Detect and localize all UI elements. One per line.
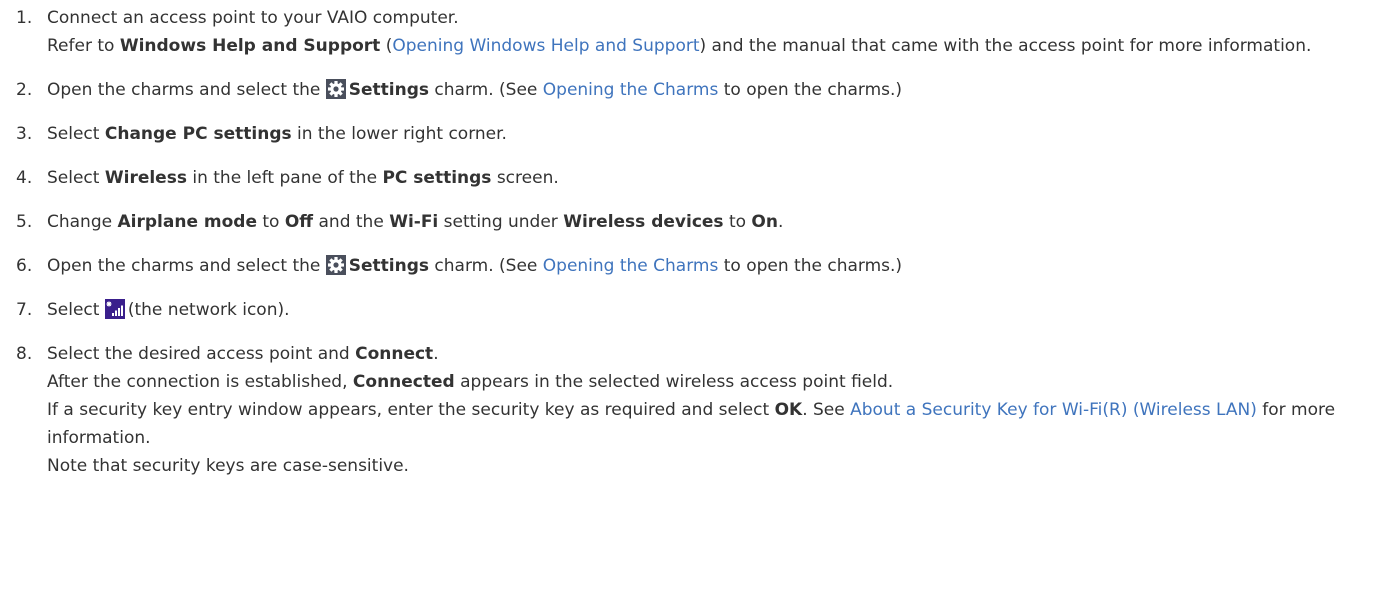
wireless-devices-bold: Wireless devices <box>563 212 724 232</box>
step-number: 6. <box>16 256 33 276</box>
step-text: Select <box>47 168 105 188</box>
step-text: in the left pane of the <box>186 168 383 188</box>
step-text: After the connection is established, <box>47 372 353 392</box>
step-text: Open the charms and select the <box>47 80 326 100</box>
step-body: Select Wireless in the left pane of the … <box>47 164 1367 192</box>
change-pc-settings-bold: Change PC settings <box>104 124 292 144</box>
step-text: to open the charms.) <box>718 256 903 276</box>
step-text: . <box>433 344 439 364</box>
step-6: 6. Open the charms and select the Settin… <box>16 252 1383 280</box>
step-text: Select <box>47 124 105 144</box>
step-text: in the lower right corner. <box>291 124 507 144</box>
connect-bold: Connect <box>355 344 434 364</box>
connected-bold: Connected <box>352 372 455 392</box>
step-number: 5. <box>16 212 33 232</box>
step-5: 5. Change Airplane mode to Off and the W… <box>16 208 1383 236</box>
wireless-bold: Wireless <box>104 168 187 188</box>
step-body: Connect an access point to your VAIO com… <box>47 4 1367 60</box>
step-8: 8. Select the desired access point and C… <box>16 340 1383 480</box>
step-text: Refer to <box>47 36 120 56</box>
windows-help-bold: Windows Help and Support <box>119 36 381 56</box>
step-text: charm. (See <box>429 80 543 100</box>
step-text: appears in the selected wireless access … <box>454 372 894 392</box>
step-4: 4. Select Wireless in the left pane of t… <box>16 164 1383 192</box>
step-text: and the <box>313 212 390 232</box>
step-text: (the network icon). <box>127 300 290 320</box>
step-text: . <box>777 212 784 232</box>
step-text: . See <box>802 400 851 420</box>
step-text: Connect an access point to your VAIO com… <box>47 8 459 28</box>
step-body: Select (the network icon). <box>47 296 1367 324</box>
pc-settings-bold: PC settings <box>382 168 492 188</box>
step-text: If a security key entry window appears, … <box>47 400 775 420</box>
step-text: Open the charms and select the <box>47 256 326 276</box>
step-text: Select <box>47 300 105 320</box>
airplane-mode-bold: Airplane mode <box>117 212 257 232</box>
step-body: Open the charms and select the Settings … <box>47 76 1367 104</box>
step-body: Open the charms and select the Settings … <box>47 252 1367 280</box>
security-key-link[interactable]: About a Security Key for Wi-Fi(R) (Wirel… <box>850 400 1257 420</box>
step-number: 1. <box>16 8 33 28</box>
step-number: 7. <box>16 300 33 320</box>
step-3: 3. Select Change PC settings in the lowe… <box>16 120 1383 148</box>
settings-charm-bold: Settings <box>348 256 430 276</box>
settings-charm-bold: Settings <box>348 80 430 100</box>
step-text: ) and the manual that came with the acce… <box>699 36 1312 56</box>
network-icon <box>104 299 125 319</box>
step-text: to <box>256 212 285 232</box>
step-text: to <box>723 212 752 232</box>
step-number: 2. <box>16 80 33 100</box>
opening-the-charms-link[interactable]: Opening the Charms <box>543 256 719 276</box>
step-number: 4. <box>16 168 33 188</box>
instruction-steps: 1. Connect an access point to your VAIO … <box>0 0 1383 480</box>
step-body: Select Change PC settings in the lower r… <box>47 120 1367 148</box>
step-text: ( <box>380 36 393 56</box>
opening-windows-help-link[interactable]: Opening Windows Help and Support <box>392 36 699 56</box>
settings-gear-icon <box>325 255 346 275</box>
step-1: 1. Connect an access point to your VAIO … <box>16 4 1383 60</box>
step-text: to open the charms.) <box>718 80 903 100</box>
wifi-bold: Wi-Fi <box>389 212 439 232</box>
step-7: 7. Select (the network icon). <box>16 296 1383 324</box>
opening-the-charms-link[interactable]: Opening the Charms <box>543 80 719 100</box>
on-bold: On <box>751 212 778 232</box>
step-text: setting under <box>438 212 564 232</box>
step-number: 3. <box>16 124 33 144</box>
step-text: Note that security keys are case-sensiti… <box>47 456 409 476</box>
step-text: Change <box>47 212 118 232</box>
step-body: Change Airplane mode to Off and the Wi-F… <box>47 208 1367 236</box>
step-number: 8. <box>16 344 33 364</box>
step-body: Select the desired access point and Conn… <box>47 340 1367 480</box>
step-2: 2. Open the charms and select the Settin… <box>16 76 1383 104</box>
off-bold: Off <box>284 212 314 232</box>
step-text: charm. (See <box>429 256 543 276</box>
ok-bold: OK <box>774 400 803 420</box>
settings-gear-icon <box>325 79 346 99</box>
step-text: Select the desired access point and <box>47 344 356 364</box>
step-text: screen. <box>491 168 559 188</box>
